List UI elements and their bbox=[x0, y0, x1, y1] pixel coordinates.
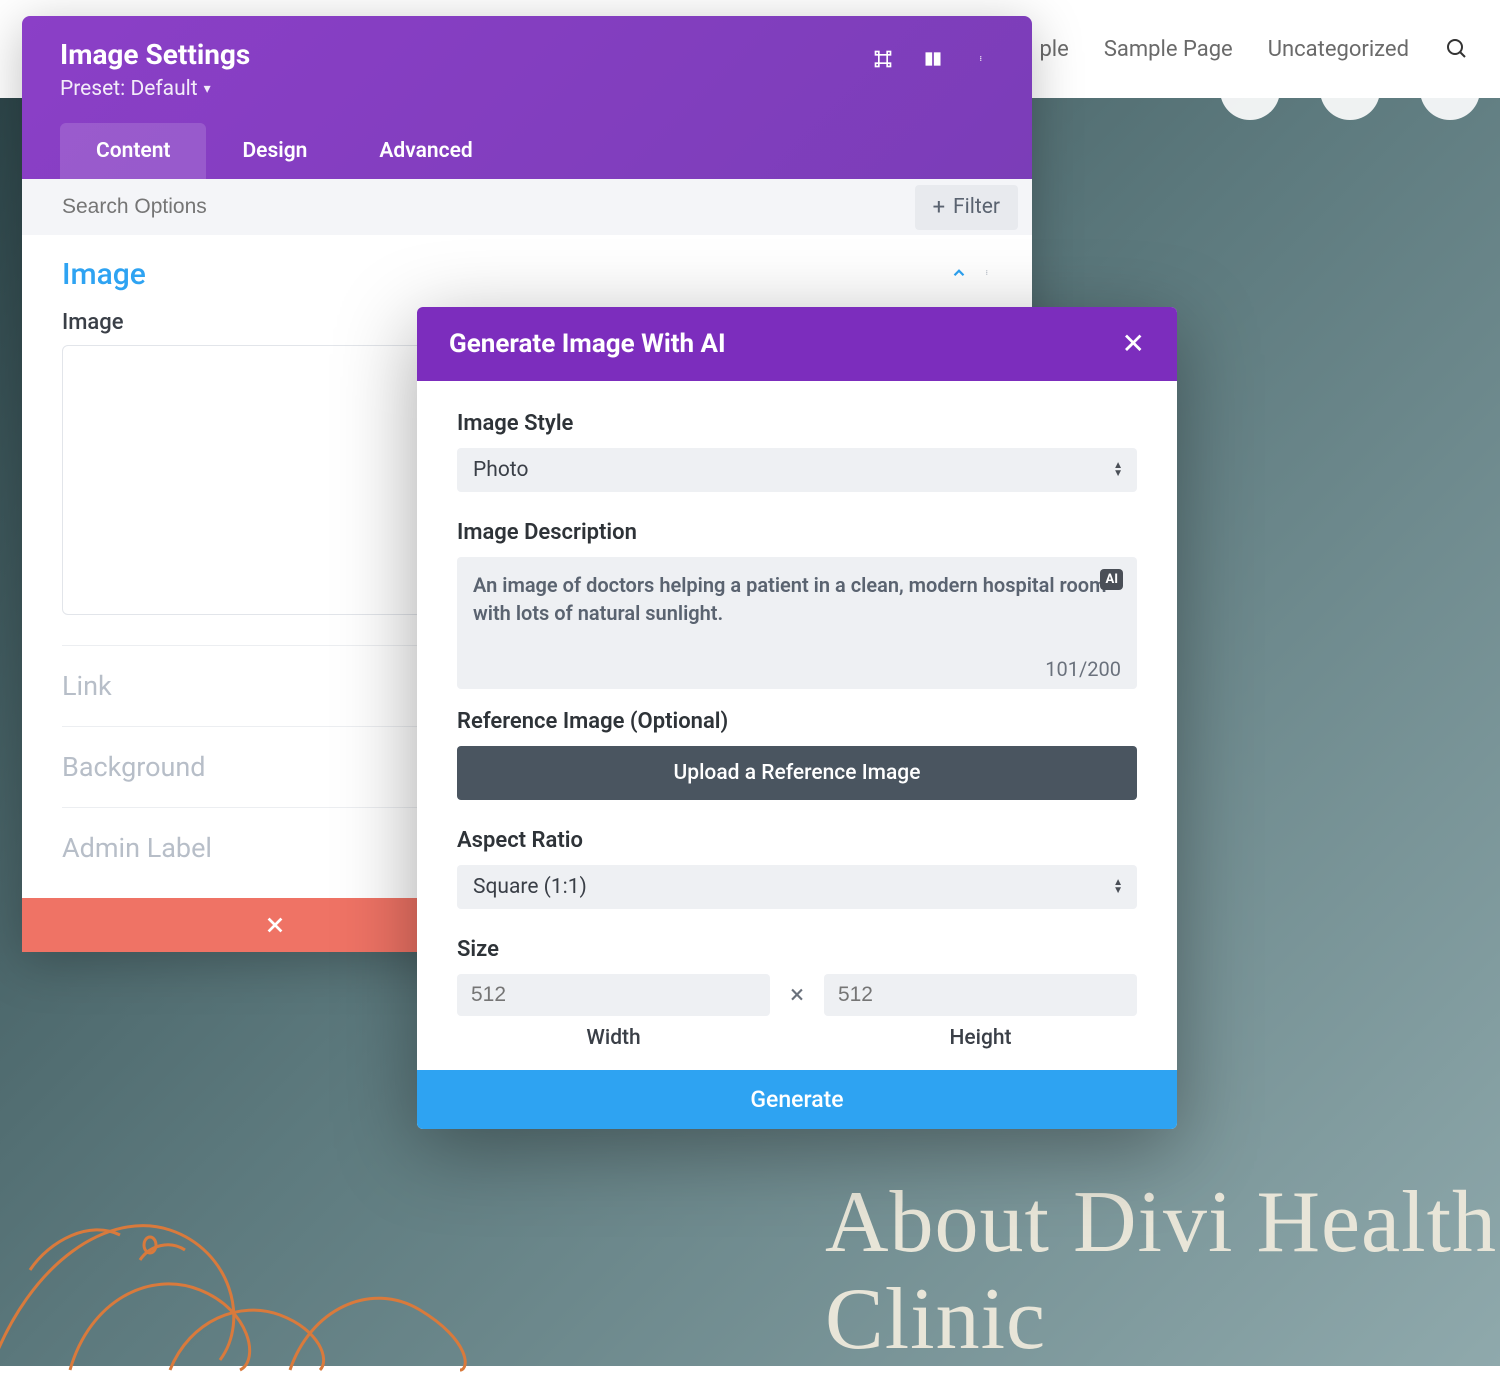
size-x-icon: × bbox=[790, 974, 804, 1010]
height-input[interactable] bbox=[824, 974, 1137, 1016]
width-sublabel: Width bbox=[457, 1026, 770, 1050]
size-label: Size bbox=[457, 937, 1137, 962]
chevron-down-icon: ▾ bbox=[204, 81, 211, 97]
nav-link[interactable]: ple bbox=[1039, 37, 1068, 62]
char-counter: 101/200 bbox=[473, 657, 1121, 681]
ai-badge[interactable]: AI bbox=[1100, 569, 1123, 590]
background-circles bbox=[1220, 60, 1480, 120]
section-title-image[interactable]: Image bbox=[62, 257, 146, 292]
image-style-label: Image Style bbox=[457, 411, 1137, 436]
search-icon[interactable] bbox=[1444, 36, 1470, 62]
nav-link[interactable]: Uncategorized bbox=[1268, 37, 1409, 62]
image-description-label: Image Description bbox=[457, 520, 1137, 545]
aspect-ratio-label: Aspect Ratio bbox=[457, 828, 1137, 853]
image-style-select[interactable]: Photo ▲▼ bbox=[457, 448, 1137, 492]
ai-modal: Generate Image With AI ✕ Image Style Pho… bbox=[417, 307, 1177, 1129]
ai-modal-title: Generate Image With AI bbox=[449, 329, 726, 359]
columns-icon[interactable] bbox=[922, 48, 944, 70]
tab-advanced[interactable]: Advanced bbox=[343, 123, 508, 179]
tab-content[interactable]: Content bbox=[60, 123, 206, 179]
select-arrows-icon: ▲▼ bbox=[1113, 879, 1123, 895]
select-arrows-icon: ▲▼ bbox=[1113, 462, 1123, 478]
upload-reference-button[interactable]: Upload a Reference Image bbox=[457, 746, 1137, 800]
preset-dropdown[interactable]: Preset: Default ▾ bbox=[60, 77, 250, 101]
ai-modal-header: Generate Image With AI ✕ bbox=[417, 307, 1177, 381]
reference-image-label: Reference Image (Optional) bbox=[457, 709, 1137, 734]
expand-icon[interactable] bbox=[872, 48, 894, 70]
more-icon[interactable] bbox=[972, 48, 994, 70]
description-textarea[interactable] bbox=[473, 571, 1121, 647]
panel-tabs: Content Design Advanced bbox=[60, 123, 994, 179]
aspect-ratio-select[interactable]: Square (1:1) ▲▼ bbox=[457, 865, 1137, 909]
height-sublabel: Height bbox=[824, 1026, 1137, 1050]
collapse-icon[interactable] bbox=[950, 264, 968, 286]
width-input[interactable] bbox=[457, 974, 770, 1016]
panel-title: Image Settings bbox=[60, 38, 250, 71]
nav-link[interactable]: Sample Page bbox=[1104, 37, 1233, 62]
tab-design[interactable]: Design bbox=[206, 123, 343, 179]
search-row: + Filter bbox=[22, 179, 1032, 235]
section-more-icon[interactable] bbox=[986, 263, 992, 287]
search-input[interactable] bbox=[62, 195, 462, 219]
filter-button[interactable]: + Filter bbox=[915, 185, 1018, 230]
hero-title: About Divi Health Clinic bbox=[825, 1175, 1500, 1369]
generate-button[interactable]: Generate bbox=[417, 1070, 1177, 1129]
close-icon[interactable]: ✕ bbox=[1122, 330, 1145, 358]
plus-icon: + bbox=[933, 195, 945, 220]
panel-header: Image Settings Preset: Default ▾ Conte bbox=[22, 16, 1032, 179]
description-textarea-wrap: AI 101/200 bbox=[457, 557, 1137, 689]
